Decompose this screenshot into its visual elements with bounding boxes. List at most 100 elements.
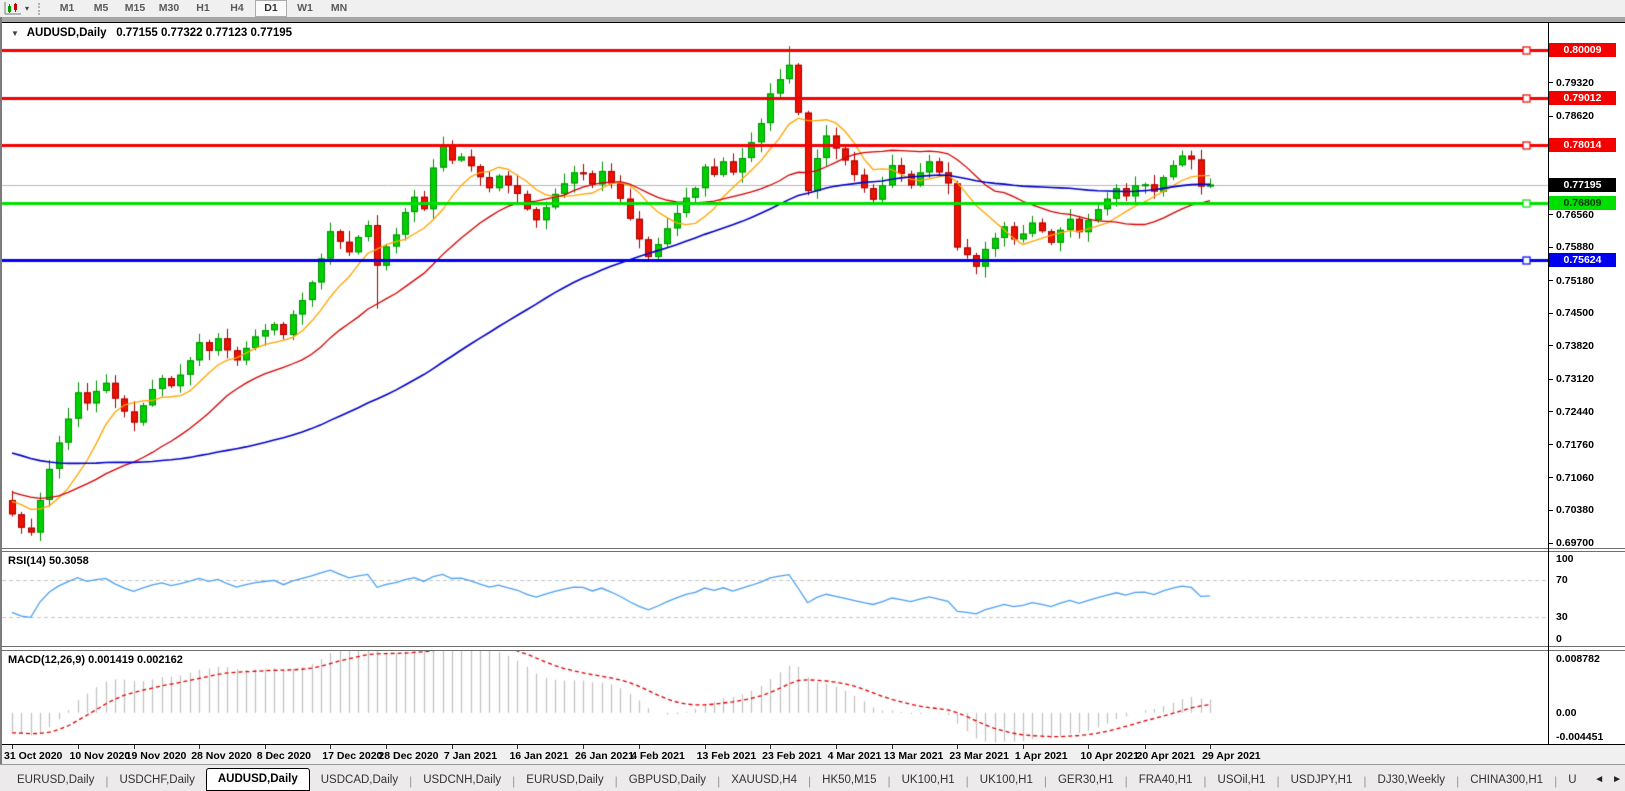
timeframe-buttons: M1M5M15M30H1H4D1W1MN (50, 0, 356, 17)
price-tick-mark (1549, 313, 1553, 314)
chart-tab-u[interactable]: U (1557, 771, 1587, 790)
chart-ohlc-values: 0.77155 0.77322 0.77123 0.77195 (116, 27, 292, 39)
timeframe-button-m5[interactable]: M5 (85, 0, 117, 17)
chart-tab-usoil-h1[interactable]: USOil,H1 (1207, 771, 1277, 790)
price-level-badge: 0.78014 (1549, 138, 1616, 152)
tab-scroll-right-icon[interactable]: ► (1612, 774, 1622, 786)
price-tick-mark (1549, 280, 1553, 281)
date-axis-label: 1 Apr 2021 (1015, 750, 1068, 762)
date-axis-label: 13 Mar 2021 (884, 750, 944, 762)
price-tick-label: 0.76560 (1556, 209, 1594, 221)
price-tick-mark (1549, 214, 1553, 215)
price-tick-mark (1549, 444, 1553, 445)
chart-tab-uk100-h1[interactable]: UK100,H1 (969, 771, 1044, 790)
price-tick-label: 0.73120 (1556, 373, 1594, 385)
chevron-down-icon: ▾ (25, 4, 29, 13)
date-tick-mark (134, 745, 135, 749)
date-axis-label: 28 Dec 2020 (378, 750, 438, 762)
timeframe-button-m30[interactable]: M30 (153, 0, 185, 17)
date-axis-label: 23 Feb 2021 (762, 750, 822, 762)
price-level-badge: 0.76809 (1549, 196, 1616, 210)
mt4-window: ▾ M1M5M15M30H1H4D1W1MN ▼ AUDUSD,Daily 0.… (0, 0, 1625, 791)
price-tick-label: 0.72440 (1556, 406, 1594, 418)
chart-tab-usdcnh-daily[interactable]: USDCNH,Daily (412, 771, 512, 790)
price-tick-mark (1549, 345, 1553, 346)
chart-tab-usdjpy-h1[interactable]: USDJPY,H1 (1280, 771, 1364, 790)
chart-tab-usdcad-daily[interactable]: USDCAD,Daily (310, 771, 409, 790)
chart-tab-china300-h1[interactable]: CHINA300,H1 (1459, 771, 1554, 790)
chart-tab-audusd-daily[interactable]: AUDUSD,Daily (206, 768, 310, 791)
date-tick-mark (583, 745, 584, 749)
date-tick-mark (265, 745, 266, 749)
date-axis-label: 29 Apr 2021 (1202, 750, 1261, 762)
price-tick-label: 0.74500 (1556, 307, 1594, 319)
chart-type-icon[interactable]: ▾ (4, 2, 29, 15)
price-tick-label: 0.73820 (1556, 340, 1594, 352)
tab-scroll-controls: ◄ ► (1590, 774, 1622, 786)
chart-tab-usdchf-daily[interactable]: USDCHF,Daily (108, 771, 205, 790)
price-level-badge: 0.80009 (1549, 43, 1616, 57)
date-axis-label: 10 Apr 2021 (1080, 750, 1139, 762)
date-axis-label: 4 Feb 2021 (631, 750, 685, 762)
timeframe-toolbar: ▾ M1M5M15M30H1H4D1W1MN (0, 0, 1625, 18)
timeframe-button-h1[interactable]: H1 (187, 0, 219, 17)
chart-tab-xauusd-h4[interactable]: XAUUSD,H4 (720, 771, 808, 790)
chart-tab-bar: EURUSD,Daily|USDCHF,DailyAUDUSD,DailyUSD… (0, 764, 1625, 791)
collapse-caret-icon[interactable]: ▼ (11, 29, 19, 38)
macd-pane-canvas[interactable] (2, 651, 1548, 744)
chart-tab-eurusd-daily[interactable]: EURUSD,Daily (515, 771, 614, 790)
timeframe-button-h4[interactable]: H4 (221, 0, 253, 17)
price-tick-mark (1549, 82, 1553, 83)
date-axis-label: 28 Nov 2020 (191, 750, 252, 762)
price-level-badge: 0.79012 (1549, 91, 1616, 105)
date-tick-mark (78, 745, 79, 749)
date-axis-label: 31 Oct 2020 (4, 750, 62, 762)
timeframe-button-mn[interactable]: MN (323, 0, 355, 17)
date-axis-label: 8 Dec 2020 (257, 750, 311, 762)
price-tick-label: 0.75880 (1556, 241, 1594, 253)
date-axis-label: 26 Jan 2021 (575, 750, 634, 762)
date-tick-mark (957, 745, 958, 749)
price-tick-label: 0.70380 (1556, 504, 1594, 516)
timeframe-button-w1[interactable]: W1 (289, 0, 321, 17)
macd-axis-label: 0.008782 (1556, 653, 1600, 665)
date-tick-mark (1145, 745, 1146, 749)
price-tick-label: 0.79320 (1556, 77, 1594, 89)
chart-tab-gbpusd-daily[interactable]: GBPUSD,Daily (618, 771, 717, 790)
date-tick-mark (836, 745, 837, 749)
rsi-pane-canvas[interactable] (2, 552, 1548, 645)
date-tick-mark (1088, 745, 1089, 749)
chart-tab-dj30-weekly[interactable]: DJ30,Weekly (1367, 771, 1457, 790)
date-tick-mark (705, 745, 706, 749)
price-axis-separator (1548, 23, 1549, 745)
date-tick-mark (12, 745, 13, 749)
timeframe-button-d1[interactable]: D1 (255, 0, 287, 17)
tab-scroll-left-icon[interactable]: ◄ (1594, 774, 1604, 786)
price-tick-label: 0.69700 (1556, 537, 1594, 549)
date-tick-mark (892, 745, 893, 749)
date-axis-label: 13 Feb 2021 (697, 750, 757, 762)
price-tick-mark (1549, 510, 1553, 511)
chart-tab-hk50-m15[interactable]: HK50,M15 (811, 771, 887, 790)
date-tick-mark (386, 745, 387, 749)
chart-tab-ger30-h1[interactable]: GER30,H1 (1047, 771, 1125, 790)
chart-tab-uk100-h1[interactable]: UK100,H1 (891, 771, 966, 790)
chart-tab-eurusd-daily[interactable]: EURUSD,Daily (6, 771, 105, 790)
date-tick-mark (330, 745, 331, 749)
rsi-indicator-label: RSI(14) 50.3058 (8, 555, 89, 567)
chart-tab-fra40-h1[interactable]: FRA40,H1 (1128, 771, 1204, 790)
price-tick-label: 0.75180 (1556, 275, 1594, 287)
timeframe-button-m15[interactable]: M15 (119, 0, 151, 17)
price-chart-canvas[interactable] (2, 23, 1548, 547)
date-tick-mark (1023, 745, 1024, 749)
rsi-axis-label: 100 (1556, 553, 1574, 565)
price-tick-mark (1549, 543, 1553, 544)
price-tick-mark (1549, 379, 1553, 380)
date-axis-label: 20 Apr 2021 (1137, 750, 1196, 762)
toolbar-grip (38, 3, 42, 15)
date-axis-label: 17 Dec 2020 (322, 750, 382, 762)
timeframe-button-m1[interactable]: M1 (51, 0, 83, 17)
chart-title: ▼ AUDUSD,Daily 0.77155 0.77322 0.77123 0… (8, 27, 292, 39)
price-tick-label: 0.71060 (1556, 472, 1594, 484)
date-axis-label: 7 Jan 2021 (444, 750, 497, 762)
